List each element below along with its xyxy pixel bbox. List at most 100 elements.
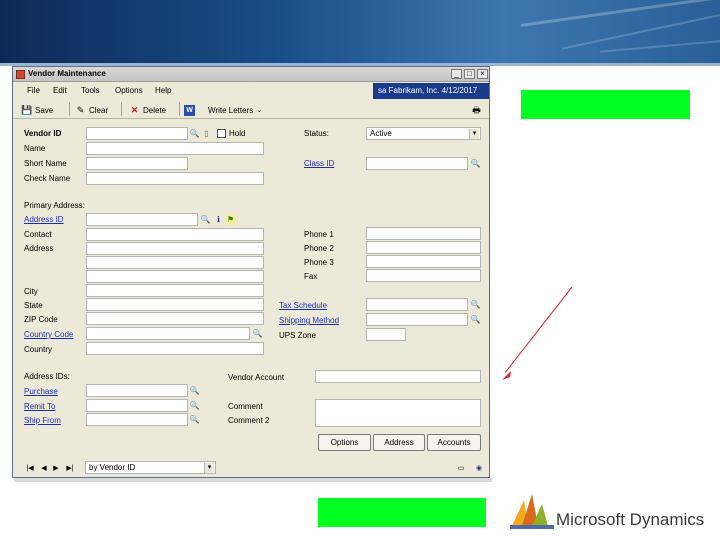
highlight-box bbox=[521, 90, 690, 119]
ups-zone-field[interactable] bbox=[366, 328, 406, 341]
lookup-icon[interactable]: 🔍 bbox=[189, 128, 200, 139]
country-code-input[interactable] bbox=[90, 329, 246, 338]
country-input[interactable] bbox=[90, 344, 260, 353]
contact-input[interactable] bbox=[90, 230, 260, 239]
country-code-link[interactable]: Country Code bbox=[24, 330, 73, 339]
menu-file[interactable]: File bbox=[27, 86, 40, 95]
fax-field[interactable] bbox=[366, 269, 481, 282]
shipping-method-link[interactable]: Shipping Method bbox=[279, 316, 339, 325]
tax-schedule-link[interactable]: Tax Schedule bbox=[279, 301, 327, 310]
accounts-button[interactable]: Accounts bbox=[427, 434, 481, 451]
country-field[interactable] bbox=[86, 342, 264, 355]
short-name-input[interactable] bbox=[90, 159, 184, 168]
vendor-account-input[interactable] bbox=[319, 372, 477, 381]
purchase-link[interactable]: Purchase bbox=[24, 387, 58, 396]
maximize-button[interactable]: □ bbox=[464, 69, 475, 79]
note-icon[interactable]: ▭ bbox=[455, 464, 467, 474]
menu-help[interactable]: Help bbox=[155, 86, 171, 95]
print-button[interactable]: 🖶 bbox=[471, 103, 482, 117]
lookup-icon[interactable]: 🔍 bbox=[189, 400, 200, 411]
shipping-method-field[interactable] bbox=[366, 313, 468, 326]
address-line1-input[interactable] bbox=[90, 244, 260, 253]
previous-record-icon[interactable]: ◀ bbox=[39, 464, 49, 474]
address-id-input[interactable] bbox=[90, 215, 194, 224]
address-button[interactable]: Address bbox=[373, 434, 425, 451]
note-icon[interactable]: ▯ bbox=[201, 128, 212, 139]
first-record-icon[interactable]: |◀ bbox=[25, 464, 35, 474]
phone3-input[interactable] bbox=[370, 257, 477, 266]
zip-field[interactable] bbox=[86, 312, 264, 325]
check-name-input[interactable] bbox=[90, 174, 260, 183]
address-line2-field[interactable] bbox=[86, 256, 264, 269]
ups-zone-input[interactable] bbox=[370, 330, 402, 339]
lookup-icon[interactable]: 🔍 bbox=[470, 299, 481, 310]
phone1-input[interactable] bbox=[370, 229, 477, 238]
purchase-address-field[interactable] bbox=[86, 384, 188, 397]
menu-options[interactable]: Options bbox=[115, 86, 143, 95]
lookup-icon[interactable]: 🔍 bbox=[189, 414, 200, 425]
zip-input[interactable] bbox=[90, 314, 260, 323]
name-input[interactable] bbox=[90, 144, 260, 153]
lookup-icon[interactable]: 🔍 bbox=[470, 158, 481, 169]
comments-field[interactable] bbox=[315, 399, 481, 427]
save-button[interactable]: 💾 Save bbox=[21, 103, 53, 117]
next-record-icon[interactable]: ▶ bbox=[51, 464, 61, 474]
state-input[interactable] bbox=[90, 300, 260, 309]
short-name-field[interactable] bbox=[86, 157, 188, 170]
address-line1-field[interactable] bbox=[86, 242, 264, 255]
phone2-field[interactable] bbox=[366, 241, 481, 254]
ship-from-link[interactable]: Ship From bbox=[24, 416, 61, 425]
delete-button[interactable]: ✕ Delete bbox=[129, 103, 166, 117]
ship-from-field[interactable] bbox=[86, 413, 188, 426]
class-id-input[interactable] bbox=[370, 159, 464, 168]
address-line3-field[interactable] bbox=[86, 270, 264, 283]
last-record-icon[interactable]: ▶| bbox=[65, 464, 75, 474]
city-field[interactable] bbox=[86, 284, 264, 297]
phone1-field[interactable] bbox=[366, 227, 481, 240]
purchase-address-input[interactable] bbox=[90, 386, 184, 395]
ship-from-input[interactable] bbox=[90, 415, 184, 424]
remit-to-input[interactable] bbox=[90, 401, 184, 410]
menu-tools[interactable]: Tools bbox=[81, 86, 100, 95]
write-letters-button[interactable]: W Write Letters ⌄ bbox=[184, 103, 262, 117]
remit-to-field[interactable] bbox=[86, 399, 188, 412]
contact-field[interactable] bbox=[86, 228, 264, 241]
name-field[interactable] bbox=[86, 142, 264, 155]
map-icon[interactable]: ⚑ bbox=[225, 214, 236, 225]
tax-schedule-input[interactable] bbox=[370, 300, 464, 309]
hold-checkbox[interactable] bbox=[217, 129, 226, 138]
shipping-method-input[interactable] bbox=[370, 315, 464, 324]
vendor-id-field[interactable] bbox=[86, 127, 188, 140]
clear-button[interactable]: ✎ Clear bbox=[75, 103, 108, 117]
phone3-field[interactable] bbox=[366, 255, 481, 268]
city-input[interactable] bbox=[90, 286, 260, 295]
options-button[interactable]: Options bbox=[318, 434, 371, 451]
tax-schedule-field[interactable] bbox=[366, 298, 468, 311]
close-button[interactable]: × bbox=[477, 69, 488, 79]
class-id-field[interactable] bbox=[366, 157, 468, 170]
record-navigation-bar: |◀ ◀ ▶ ▶| by Vendor ID ▾ ▭ ◉ bbox=[13, 460, 489, 477]
check-name-field[interactable] bbox=[86, 172, 264, 185]
lookup-icon[interactable]: 🔍 bbox=[189, 385, 200, 396]
lookup-icon[interactable]: 🔍 bbox=[200, 214, 211, 225]
minimize-button[interactable]: _ bbox=[451, 69, 462, 79]
menu-edit[interactable]: Edit bbox=[53, 86, 67, 95]
lookup-icon[interactable]: 🔍 bbox=[252, 328, 263, 339]
address-id-link[interactable]: Address ID bbox=[24, 215, 64, 224]
remit-to-link[interactable]: Remit To bbox=[24, 402, 55, 411]
info-icon[interactable]: ℹ bbox=[213, 214, 224, 225]
status-select[interactable]: Active ▾ bbox=[366, 127, 481, 140]
fax-input[interactable] bbox=[370, 271, 477, 280]
state-field[interactable] bbox=[86, 298, 264, 311]
lookup-icon[interactable]: 🔍 bbox=[470, 314, 481, 325]
vendor-id-input[interactable] bbox=[90, 129, 184, 138]
help-icon[interactable]: ◉ bbox=[474, 464, 484, 474]
vendor-account-field[interactable] bbox=[315, 370, 481, 383]
address-id-field[interactable] bbox=[86, 213, 198, 226]
address-line3-input[interactable] bbox=[90, 272, 260, 281]
class-id-link[interactable]: Class ID bbox=[304, 159, 334, 168]
country-code-field[interactable] bbox=[86, 327, 250, 340]
address-line2-input[interactable] bbox=[90, 258, 260, 267]
phone2-input[interactable] bbox=[370, 243, 477, 252]
sort-by-select[interactable]: by Vendor ID ▾ bbox=[85, 461, 216, 474]
